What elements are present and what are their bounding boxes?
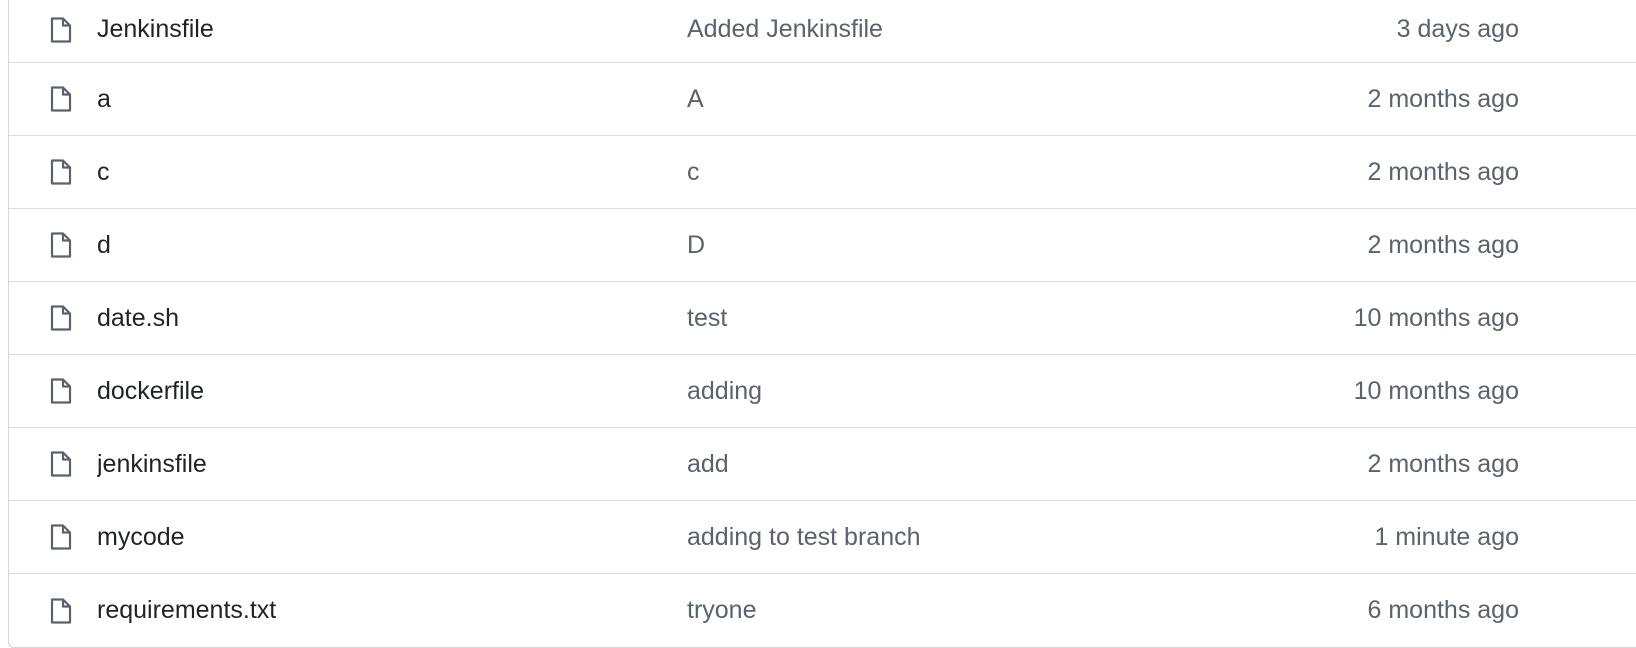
file-icon xyxy=(47,230,75,260)
file-name-link[interactable]: jenkinsfile xyxy=(97,450,687,479)
commit-message-link[interactable]: Added Jenkinsfile xyxy=(687,15,1199,44)
file-name-link[interactable]: Jenkinsfile xyxy=(97,15,687,44)
file-icon xyxy=(47,84,75,114)
file-row[interactable]: requirements.txt tryone 6 months ago xyxy=(9,574,1636,647)
commit-message-link[interactable]: adding to test branch xyxy=(687,523,1199,552)
file-icon xyxy=(47,596,75,626)
commit-message-link[interactable]: add xyxy=(687,450,1199,479)
commit-message-link[interactable]: tryone xyxy=(687,596,1199,625)
commit-age: 2 months ago xyxy=(1367,449,1520,478)
file-name-link[interactable]: a xyxy=(97,85,687,114)
commit-age: 10 months ago xyxy=(1353,376,1519,405)
commit-message-link[interactable]: adding xyxy=(687,377,1199,406)
commit-age: 2 months ago xyxy=(1367,157,1520,186)
file-row[interactable]: dockerfile adding 10 months ago xyxy=(9,355,1636,428)
file-row[interactable]: d D 2 months ago xyxy=(9,209,1636,282)
commit-age: 2 months ago xyxy=(1367,84,1520,113)
file-icon xyxy=(47,522,75,552)
commit-age: 1 minute ago xyxy=(1374,522,1519,551)
file-row[interactable]: c c 2 months ago xyxy=(9,136,1636,209)
file-icon xyxy=(47,376,75,406)
file-name-link[interactable]: c xyxy=(97,158,687,187)
file-name-link[interactable]: requirements.txt xyxy=(97,596,687,625)
commit-age: 10 months ago xyxy=(1353,303,1519,332)
commit-message-link[interactable]: c xyxy=(687,158,1199,187)
file-name-link[interactable]: date.sh xyxy=(97,304,687,333)
file-icon xyxy=(47,157,75,187)
file-name-link[interactable]: d xyxy=(97,231,687,260)
commit-message-link[interactable]: D xyxy=(687,231,1199,260)
commit-message-link[interactable]: test xyxy=(687,304,1199,333)
file-row[interactable]: Jenkinsfile Added Jenkinsfile 3 days ago xyxy=(9,0,1636,63)
file-icon xyxy=(47,449,75,479)
file-name-link[interactable]: mycode xyxy=(97,523,687,552)
commit-age: 3 days ago xyxy=(1396,15,1519,43)
file-name-link[interactable]: dockerfile xyxy=(97,377,687,406)
file-row[interactable]: date.sh test 10 months ago xyxy=(9,282,1636,355)
file-row[interactable]: a A 2 months ago xyxy=(9,63,1636,136)
file-row[interactable]: jenkinsfile add 2 months ago xyxy=(9,428,1636,501)
commit-message-link[interactable]: A xyxy=(687,85,1199,114)
commit-age: 2 months ago xyxy=(1367,230,1520,259)
file-row[interactable]: mycode adding to test branch 1 minute ag… xyxy=(9,501,1636,574)
commit-age: 6 months ago xyxy=(1367,596,1520,624)
file-icon xyxy=(47,15,75,45)
file-icon xyxy=(47,303,75,333)
file-list: Jenkinsfile Added Jenkinsfile 3 days ago… xyxy=(8,0,1636,648)
